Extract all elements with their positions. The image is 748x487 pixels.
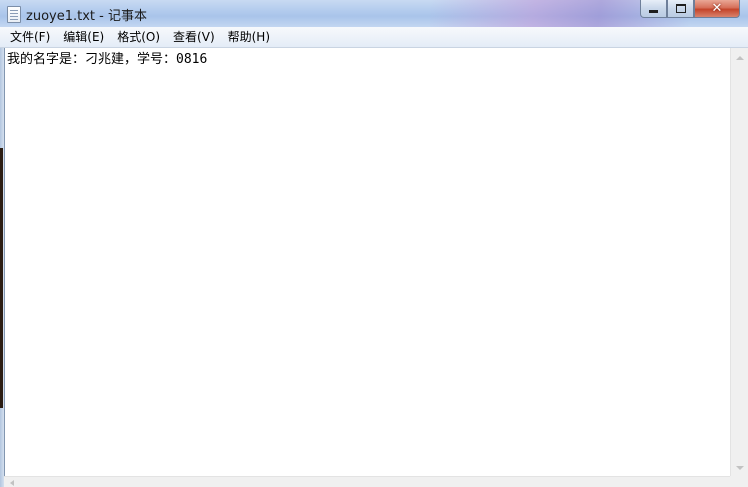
window-title: zuoye1.txt - 记事本 [26,9,147,24]
maximize-button[interactable] [667,0,694,18]
menu-file[interactable]: 文件(F) [0,27,57,47]
menu-view[interactable]: 查看(V) [167,27,222,47]
minimize-icon [649,10,658,13]
title-bar[interactable]: zuoye1.txt - 记事本 ✕ [0,0,748,28]
scrollbar-corner [730,476,748,487]
text-editor[interactable]: 我的名字是：刁兆建，学号：0816 [4,49,728,477]
close-icon: ✕ [711,1,723,16]
close-button[interactable]: ✕ [694,0,740,18]
menu-format[interactable]: 格式(O) [111,27,167,47]
horizontal-scrollbar[interactable] [4,476,730,487]
notepad-icon[interactable] [7,6,21,23]
maximize-icon [675,4,686,13]
caption-buttons: ✕ [640,0,740,20]
scroll-up-icon[interactable] [736,56,744,60]
menu-bar: 文件(F) 编辑(E) 格式(O) 查看(V) 帮助(H) [0,27,748,48]
notepad-window: zuoye1.txt - 记事本 ✕ 文件(F) 编辑(E) 格式(O) 查看(… [0,0,748,487]
menu-edit[interactable]: 编辑(E) [57,27,111,47]
minimize-button[interactable] [640,0,667,18]
scroll-down-icon[interactable] [736,466,744,470]
menu-help[interactable]: 帮助(H) [222,27,277,47]
scroll-left-icon[interactable] [10,480,14,486]
vertical-scrollbar[interactable] [730,48,748,476]
